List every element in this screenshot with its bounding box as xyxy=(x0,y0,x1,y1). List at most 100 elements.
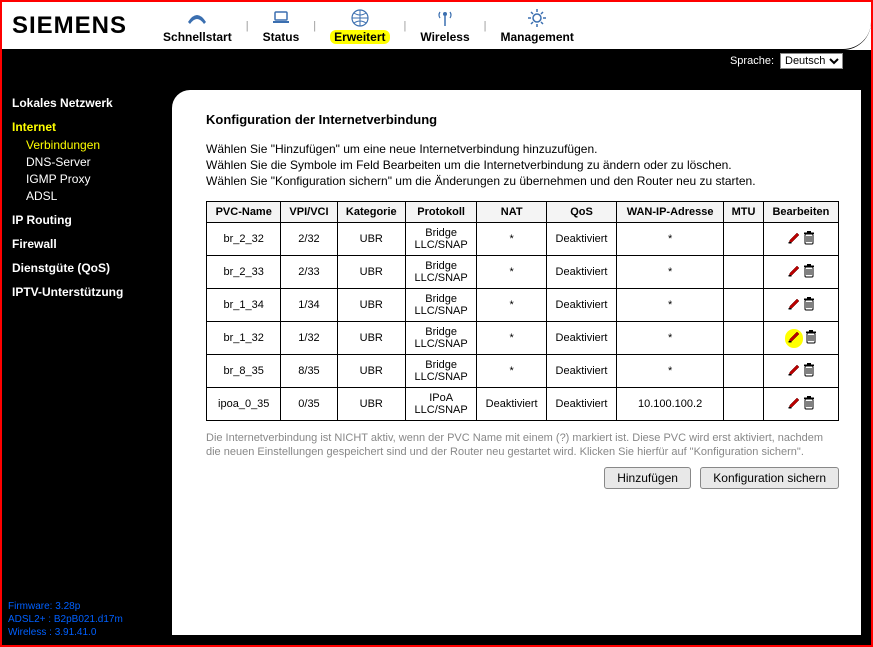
sidebar-item-internet[interactable]: Internet xyxy=(12,120,164,134)
footer-wireless-key: Wireless : xyxy=(8,627,52,638)
delete-icon[interactable] xyxy=(803,396,815,413)
cell-nat: * xyxy=(477,322,547,355)
cell-actions xyxy=(763,289,838,322)
separator: | xyxy=(313,20,316,32)
delete-icon[interactable] xyxy=(805,330,817,347)
topnav-wireless[interactable]: Wireless xyxy=(414,8,475,44)
cell-proto: BridgeLLC/SNAP xyxy=(406,289,477,322)
sidebar: Lokales Netzwerk Internet Verbindungen D… xyxy=(2,72,172,645)
separator: | xyxy=(246,20,249,32)
cell-pvc: br_2_32 xyxy=(207,223,281,256)
cell-qos: Deaktiviert xyxy=(547,223,617,256)
delete-icon[interactable] xyxy=(803,231,815,248)
cell-mtu xyxy=(724,223,764,256)
sidebar-item-ip-routing[interactable]: IP Routing xyxy=(12,213,164,227)
brand-logo: SIEMENS xyxy=(12,12,127,40)
topnav-label: Management xyxy=(500,30,573,44)
cell-qos: Deaktiviert xyxy=(547,355,617,388)
edit-icon[interactable] xyxy=(787,297,801,314)
topnav-schnellstart[interactable]: Schnellstart xyxy=(157,8,238,44)
footer-firmware-val: 3.28p xyxy=(55,601,80,612)
cell-mtu xyxy=(724,355,764,388)
sidebar-item-firewall[interactable]: Firewall xyxy=(12,237,164,251)
cell-actions xyxy=(763,322,838,355)
cell-vpi: 2/33 xyxy=(281,256,337,289)
cell-nat: Deaktiviert xyxy=(477,388,547,421)
sidebar-sub-igmp-proxy[interactable]: IGMP Proxy xyxy=(26,172,164,186)
cell-wan: * xyxy=(616,289,723,322)
sidebar-sub-verbindungen[interactable]: Verbindungen xyxy=(26,138,164,152)
table-row: ipoa_0_350/35UBRIPoALLC/SNAPDeaktiviertD… xyxy=(207,388,839,421)
add-button[interactable]: Hinzufügen xyxy=(604,467,691,489)
edit-icon[interactable] xyxy=(787,264,801,281)
table-row: br_8_358/35UBRBridgeLLC/SNAP*Deaktiviert… xyxy=(207,355,839,388)
cell-qos: Deaktiviert xyxy=(547,289,617,322)
th-kat: Kategorie xyxy=(337,202,406,223)
cell-actions xyxy=(763,223,838,256)
cell-vpi: 2/32 xyxy=(281,223,337,256)
cell-pvc: br_1_34 xyxy=(207,289,281,322)
button-row: Hinzufügen Konfiguration sichern xyxy=(206,467,839,489)
th-qos: QoS xyxy=(547,202,617,223)
language-select[interactable]: Deutsch xyxy=(780,53,843,69)
cell-proto: BridgeLLC/SNAP xyxy=(406,223,477,256)
cell-wan: 10.100.100.2 xyxy=(616,388,723,421)
topnav-label: Wireless xyxy=(420,30,469,44)
delete-icon[interactable] xyxy=(803,264,815,281)
instructions: Wählen Sie "Hinzufügen" um eine neue Int… xyxy=(206,141,839,189)
edit-icon[interactable] xyxy=(787,363,801,380)
th-proto: Protokoll xyxy=(406,202,477,223)
th-vpi: VPI/VCI xyxy=(281,202,337,223)
delete-icon[interactable] xyxy=(803,297,815,314)
table-row: br_2_332/33UBRBridgeLLC/SNAP*Deaktiviert… xyxy=(207,256,839,289)
sidebar-sub-adsl[interactable]: ADSL xyxy=(26,189,164,203)
instruction-line: Wählen Sie die Symbole im Feld Bearbeite… xyxy=(206,157,839,173)
footer-firmware-key: Firmware: xyxy=(8,601,52,612)
cell-mtu xyxy=(724,322,764,355)
sidebar-item-lokales-netzwerk[interactable]: Lokales Netzwerk xyxy=(12,96,164,110)
cell-nat: * xyxy=(477,355,547,388)
table-row: br_1_341/34UBRBridgeLLC/SNAP*Deaktiviert… xyxy=(207,289,839,322)
antenna-icon xyxy=(435,8,455,28)
sidebar-item-iptv[interactable]: IPTV-Unterstützung xyxy=(12,285,164,299)
table-row: br_2_322/32UBRBridgeLLC/SNAP*Deaktiviert… xyxy=(207,223,839,256)
cell-pvc: br_1_32 xyxy=(207,322,281,355)
save-config-button[interactable]: Konfiguration sichern xyxy=(700,467,839,489)
cell-pvc: br_2_33 xyxy=(207,256,281,289)
laptop-icon xyxy=(270,8,292,28)
sidebar-sub-dns-server[interactable]: DNS-Server xyxy=(26,155,164,169)
cell-proto: IPoALLC/SNAP xyxy=(406,388,477,421)
page-title: Konfiguration der Internetverbindung xyxy=(206,112,839,127)
footer-wireless-val: 3.91.41.0 xyxy=(55,627,97,638)
edit-icon[interactable] xyxy=(787,396,801,413)
cell-wan: * xyxy=(616,355,723,388)
cell-wan: * xyxy=(616,322,723,355)
cell-pvc: ipoa_0_35 xyxy=(207,388,281,421)
cell-vpi: 1/34 xyxy=(281,289,337,322)
topnav-status[interactable]: Status xyxy=(257,8,306,44)
cell-qos: Deaktiviert xyxy=(547,256,617,289)
cell-kat: UBR xyxy=(337,289,406,322)
cell-mtu xyxy=(724,256,764,289)
topnav-management[interactable]: Management xyxy=(494,8,579,44)
cell-nat: * xyxy=(477,289,547,322)
cell-nat: * xyxy=(477,223,547,256)
cell-mtu xyxy=(724,388,764,421)
table-row: br_1_321/32UBRBridgeLLC/SNAP*Deaktiviert… xyxy=(207,322,839,355)
topnav-label: Status xyxy=(263,30,300,44)
sidebar-item-qos[interactable]: Dienstgüte (QoS) xyxy=(12,261,164,275)
pvc-table: PVC-Name VPI/VCI Kategorie Protokoll NAT… xyxy=(206,201,839,421)
delete-icon[interactable] xyxy=(803,363,815,380)
th-wan: WAN-IP-Adresse xyxy=(616,202,723,223)
language-label: Sprache: xyxy=(730,55,774,67)
cell-vpi: 8/35 xyxy=(281,355,337,388)
cell-mtu xyxy=(724,289,764,322)
th-nat: NAT xyxy=(477,202,547,223)
cell-qos: Deaktiviert xyxy=(547,388,617,421)
edit-icon[interactable] xyxy=(787,231,801,248)
edit-icon[interactable] xyxy=(785,329,803,348)
separator: | xyxy=(404,20,407,32)
cell-actions xyxy=(763,388,838,421)
cell-wan: * xyxy=(616,223,723,256)
topnav-erweitert[interactable]: Erweitert xyxy=(324,8,395,44)
